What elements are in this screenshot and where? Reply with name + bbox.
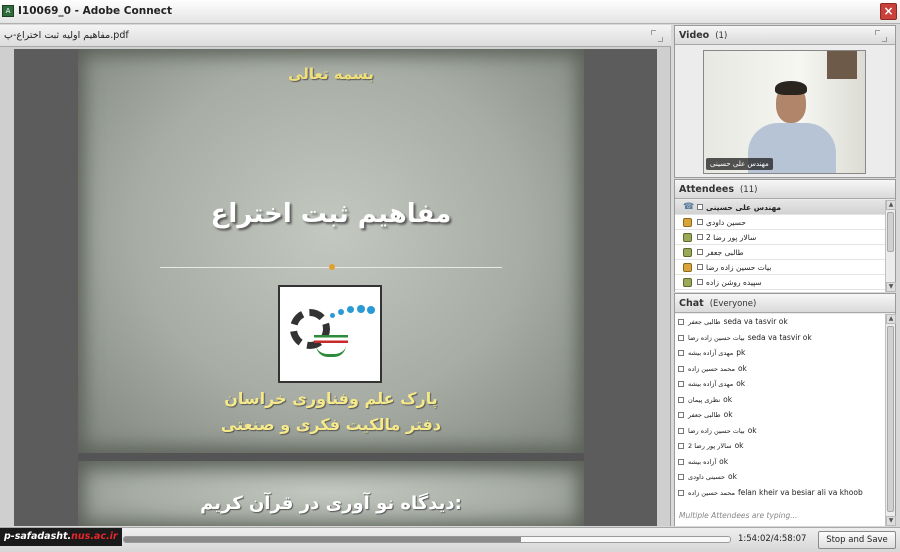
attendee-row[interactable]: طالبی جعفر xyxy=(675,245,886,260)
attendee-name: بیات حسین زاده رضا xyxy=(706,263,772,272)
camera-user-icon xyxy=(683,248,692,257)
slide-canvas: بسمه تعالی مفاهیم ثبت اختراع پارک علم وف… xyxy=(78,49,584,526)
attendee-name: حسین داودی xyxy=(706,218,746,227)
playback-progress-bar[interactable] xyxy=(123,536,731,543)
typing-status: Multiple Attendees are typing... xyxy=(679,511,798,520)
attendees-pod-header: Attendees (11) xyxy=(675,180,895,199)
chat-message: نظری پیمان ok xyxy=(675,392,886,408)
chat-message-list: طالبی جعفر seda va tasvir ok بیات حسین زا… xyxy=(675,314,886,526)
presenter-hair xyxy=(775,81,807,95)
attendee-row[interactable]: ☎ مهندس علی حسینی xyxy=(675,200,886,215)
status-checkbox xyxy=(697,249,703,255)
attendee-name: سپیده روشن زاده xyxy=(706,278,762,287)
window-title: I10069_0 - Adobe Connect xyxy=(18,5,173,17)
attendee-name: مهندس علی حسینی xyxy=(706,203,782,212)
chat-message: آزاده بیشه ok xyxy=(675,454,886,470)
camera-user-icon xyxy=(683,278,692,287)
status-checkbox xyxy=(697,204,703,210)
slide-bismillah: بسمه تعالی xyxy=(288,65,374,83)
slide-title: مفاهیم ثبت اختراع xyxy=(210,199,452,229)
user-icon xyxy=(683,218,692,227)
status-checkbox xyxy=(697,264,703,270)
attendee-name: طالبی جعفر xyxy=(706,248,744,257)
attendees-count: (11) xyxy=(739,185,758,195)
video-pod-header: Video (1) xyxy=(675,26,895,45)
video-name-label: مهندس علی حسینی xyxy=(706,158,773,170)
chat-message: سالار پور رضا 2 ok xyxy=(675,438,886,454)
playback-time: 1:54:02/4:58:07 xyxy=(738,534,807,544)
user-icon xyxy=(683,263,692,272)
window-title-bar: A I10069_0 - Adobe Connect × xyxy=(0,0,900,24)
slide-viewer[interactable]: بسمه تعالی مفاهیم ثبت اختراع پارک علم وف… xyxy=(14,49,657,526)
chat-pod-title: Chat xyxy=(679,298,704,309)
chat-message: حسینی داودی ok xyxy=(675,469,886,485)
video-count: (1) xyxy=(715,31,728,41)
status-checkbox xyxy=(697,234,703,240)
scroll-down-icon[interactable]: ▼ xyxy=(886,282,896,292)
attendee-row[interactable]: سالار پور رضا 2 xyxy=(675,230,886,245)
background-door xyxy=(827,51,857,79)
attendees-pod-title: Attendees xyxy=(679,184,734,195)
scroll-down-icon[interactable]: ▼ xyxy=(886,516,896,526)
chat-message: طالبی جعفر seda va tasvir ok xyxy=(675,314,886,330)
gear-logo-icon xyxy=(290,309,330,349)
chat-message: مهدی آزاده بیشه pk xyxy=(675,345,886,361)
slide-divider-dot xyxy=(329,264,335,270)
chat-message: مهدی آزاده بیشه ok xyxy=(675,376,886,392)
attendees-pod: Attendees (11) ☎ مهندس علی حسینی حسین داو… xyxy=(674,179,896,292)
flag-logo-icon xyxy=(314,335,348,343)
attendee-name: سالار پور رضا 2 xyxy=(706,233,757,242)
scroll-up-icon[interactable]: ▲ xyxy=(886,314,896,324)
fullscreen-icon[interactable] xyxy=(651,30,663,42)
chat-pod-header: Chat (Everyone) xyxy=(675,294,895,313)
slide-office-name: دفتر مالکیت فکری و صنعتی xyxy=(220,415,442,434)
scroll-up-icon[interactable]: ▲ xyxy=(886,200,896,210)
chat-message: بیات حسین زاده رضا seda va tasvir ok xyxy=(675,330,886,346)
share-pod-header: مفاهیم اولیه ثبت اختراع-پ.pdf xyxy=(0,25,671,47)
attendee-list: ☎ مهندس علی حسینی حسین داودی سالار پور ر… xyxy=(675,200,886,292)
scroll-thumb[interactable] xyxy=(887,326,894,512)
document-title: مفاهیم اولیه ثبت اختراع-پ.pdf xyxy=(4,30,129,41)
playback-progress-fill xyxy=(124,537,521,542)
park-logo xyxy=(278,285,382,383)
chat-scrollbar[interactable]: ▲ ▼ xyxy=(885,314,896,526)
video-pod: Video (1) مهندس علی حسینی xyxy=(674,25,896,178)
watermark: p-safadasht.nus.ac.ir xyxy=(0,528,122,546)
attendee-row[interactable]: بیات حسین زاده رضا xyxy=(675,260,886,275)
camera-user-icon xyxy=(683,233,692,242)
slide-page-1: بسمه تعالی مفاهیم ثبت اختراع پارک علم وف… xyxy=(78,49,584,453)
webcam-video[interactable]: مهندس علی حسینی xyxy=(703,50,866,174)
slide-page-2: دیدگاه نو آوری در قرآن کریم: xyxy=(78,461,584,526)
chat-scope: (Everyone) xyxy=(709,299,757,309)
close-button[interactable]: × xyxy=(880,3,897,20)
adobe-connect-icon: A xyxy=(2,5,14,17)
stop-and-save-button[interactable]: Stop and Save xyxy=(818,531,896,549)
playback-bar: p-safadasht.nus.ac.ir 1:54:02/4:58:07 St… xyxy=(0,527,900,552)
share-pod: مفاهیم اولیه ثبت اختراع-پ.pdf بسمه تعالی… xyxy=(0,25,671,526)
status-checkbox xyxy=(697,219,703,225)
chat-pod: Chat (Everyone) طالبی جعفر seda va tasvir … xyxy=(674,293,896,526)
video-fullscreen-icon[interactable] xyxy=(875,30,887,42)
chat-message: محمد حسین زاده felan kheir va besiar ali … xyxy=(675,485,886,501)
book-logo-icon xyxy=(316,345,346,357)
attendee-row[interactable]: حسین داودی xyxy=(675,215,886,230)
slide-org-name: پارک علم وفناوری خراسان xyxy=(224,389,438,408)
attendee-row[interactable]: سپیده روشن زاده xyxy=(675,275,886,290)
attendees-scrollbar[interactable]: ▲ ▼ xyxy=(885,200,896,292)
video-pod-title: Video xyxy=(679,30,710,41)
slide2-title: دیدگاه نو آوری در قرآن کریم: xyxy=(200,493,462,514)
scroll-thumb[interactable] xyxy=(887,212,894,252)
chat-message: بیات حسین زاده رضا ok xyxy=(675,423,886,439)
chat-message: طالبی جعفر ok xyxy=(675,407,886,423)
chat-message: محمد حسین زاده ok xyxy=(675,361,886,377)
status-checkbox xyxy=(697,279,703,285)
phone-icon: ☎ xyxy=(683,202,695,212)
dots-logo-icon xyxy=(326,303,376,321)
